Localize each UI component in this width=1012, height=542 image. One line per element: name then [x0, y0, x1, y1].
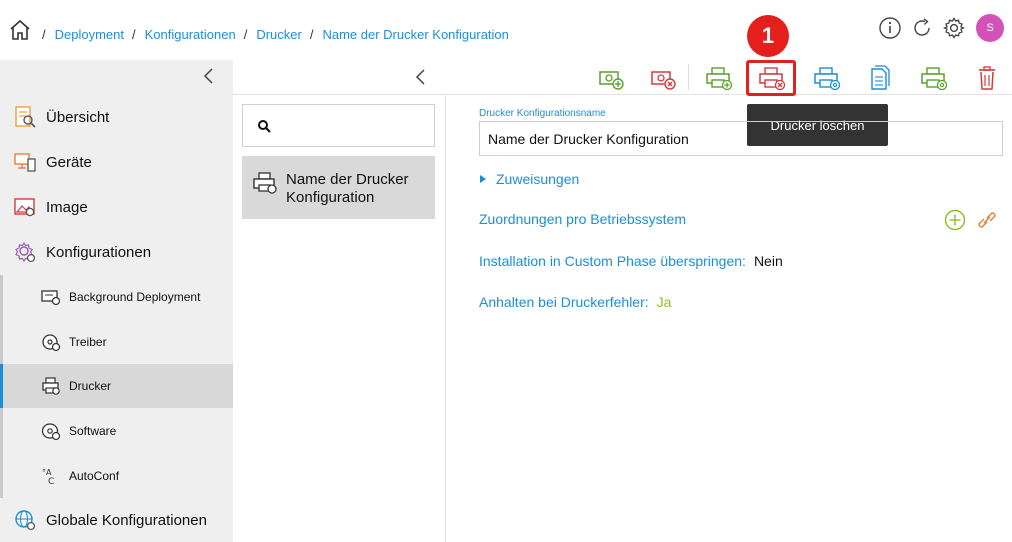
configurations-icon	[15, 241, 36, 263]
sidebar-item-background-deployment[interactable]: Background Deployment	[0, 275, 233, 319]
add-config-icon	[599, 71, 624, 90]
halt-on-error-row: Anhalten bei Druckerfehler: Ja	[479, 294, 671, 310]
list-item-label: Name der Drucker Konfiguration	[286, 171, 409, 206]
breadcrumb-konfigurationen[interactable]: Konfigurationen	[145, 27, 236, 42]
printer-icon	[42, 377, 60, 395]
user-avatar[interactable]: S	[976, 14, 1004, 42]
sidebar-item-label: Globale Konfigurationen	[46, 511, 207, 529]
edit-printer-icon	[814, 67, 841, 91]
sidebar-item-label: Konfigurationen	[46, 243, 152, 261]
config-name-label: Drucker Konfigurationsname	[479, 108, 606, 119]
sidebar-item-label: Übersicht	[46, 108, 110, 126]
skip-custom-phase-value: Nein	[753, 253, 783, 269]
toolbar-divider	[688, 64, 689, 90]
skip-custom-phase-row: Installation in Custom Phase überspringe…	[479, 253, 783, 269]
add-circle-icon[interactable]	[944, 209, 966, 231]
sidebar-item-image[interactable]: Image	[0, 185, 233, 229]
halt-on-error-label: Anhalten bei Druckerfehler:	[479, 294, 649, 310]
list-item[interactable]: Name der Drucker Konfiguration	[242, 156, 435, 219]
copy-button[interactable]	[857, 62, 901, 94]
halt-on-error-value: Ja	[656, 294, 672, 310]
breadcrumb-drucker[interactable]: Drucker	[256, 27, 302, 42]
devices-icon	[14, 153, 36, 172]
sidebar-item-globale-konfigurationen[interactable]: Globale Konfigurationen	[0, 498, 233, 542]
search-input[interactable]	[242, 104, 435, 147]
overview-icon	[15, 106, 36, 128]
breadcrumb-separator: /	[42, 27, 46, 42]
sidebar-sub-label: Treiber	[69, 335, 107, 349]
add-printer-button[interactable]	[696, 62, 740, 94]
trash-icon	[979, 66, 995, 90]
printer-icon	[253, 172, 277, 194]
add-printer-icon	[706, 67, 733, 91]
os-mapping-row: Zuordnungen pro Betriebssystem	[479, 211, 686, 227]
sidebar-item-label: Image	[46, 198, 88, 216]
sidebar-item-label: Geräte	[46, 153, 92, 171]
assign-printer-button[interactable]	[911, 62, 955, 94]
breadcrumb: / Deployment / Konfigurationen / Drucker…	[42, 27, 517, 42]
delete-printer-icon	[759, 67, 786, 91]
assign-printer-icon	[921, 67, 948, 91]
home-icon[interactable]	[8, 18, 32, 42]
skip-custom-phase-label: Installation in Custom Phase überspringe…	[479, 253, 746, 269]
sidebar-sub-label: Software	[69, 424, 117, 438]
top-actions: S	[878, 14, 1004, 42]
breadcrumb-separator: /	[243, 27, 248, 42]
software-icon	[41, 423, 61, 441]
collapse-list-chevron-icon[interactable]	[413, 68, 429, 86]
svg-text:C: C	[48, 477, 54, 486]
list-pane: Name der Drucker Konfiguration	[233, 60, 446, 542]
zuweisungen-label: Zuweisungen	[496, 171, 580, 187]
delete-printer-button[interactable]	[746, 60, 796, 96]
refresh-icon[interactable]	[910, 16, 934, 40]
sidebar-submenu: Background Deployment Treiber Drucker So…	[0, 275, 233, 498]
breadcrumb-deployment[interactable]: Deployment	[55, 27, 124, 42]
copy-icon	[871, 65, 890, 90]
sidebar-item-uebersicht[interactable]: Übersicht	[0, 95, 233, 139]
info-icon[interactable]	[878, 16, 902, 40]
globe-icon	[15, 510, 36, 531]
breadcrumb-separator: /	[309, 27, 314, 42]
sidebar-sub-label: AutoConf	[69, 469, 120, 483]
sidebar-item-autoconf[interactable]: °A C AutoConf	[0, 454, 233, 498]
svg-text:°A: °A	[42, 468, 52, 477]
delete-config-button[interactable]	[641, 62, 685, 94]
os-mapping-label: Zuordnungen pro Betriebssystem	[479, 211, 686, 227]
settings-gear-icon[interactable]	[942, 16, 966, 40]
unlink-icon[interactable]	[976, 209, 998, 231]
background-deployment-icon	[41, 290, 61, 306]
driver-icon	[42, 334, 61, 352]
detail-pane: Drucker Konfigurationsname Name der Druc…	[446, 95, 1012, 542]
sidebar-item-drucker[interactable]: Drucker	[0, 364, 233, 408]
config-name-field[interactable]: Name der Drucker Konfiguration	[479, 121, 1003, 156]
sidebar-item-konfigurationen[interactable]: Konfigurationen	[0, 230, 233, 274]
sidebar-sub-label: Background Deployment	[69, 290, 201, 304]
search-icon	[258, 120, 271, 133]
zuweisungen-toggle[interactable]: Zuweisungen	[480, 171, 579, 187]
top-bar: / Deployment / Konfigurationen / Drucker…	[0, 0, 1012, 60]
edit-printer-button[interactable]	[804, 62, 848, 94]
sidebar-item-geraete[interactable]: Geräte	[0, 140, 233, 184]
sidebar: Übersicht Geräte Image Konfigurationen B…	[0, 60, 233, 542]
sidebar-sub-label: Drucker	[69, 379, 112, 393]
sidebar-item-software[interactable]: Software	[0, 409, 233, 453]
delete-config-icon	[651, 71, 676, 90]
autoconf-icon: °A C	[42, 468, 54, 486]
breadcrumb-current[interactable]: Name der Drucker Konfiguration	[322, 27, 508, 42]
collapse-sidebar-chevron-icon[interactable]	[201, 67, 217, 85]
expand-triangle-icon	[480, 175, 486, 183]
sidebar-item-treiber[interactable]: Treiber	[0, 320, 233, 364]
add-config-button[interactable]	[589, 62, 633, 94]
step-marker: 1	[747, 15, 789, 57]
image-icon	[14, 198, 35, 217]
breadcrumb-separator: /	[132, 27, 136, 42]
trash-button[interactable]	[965, 62, 1009, 94]
